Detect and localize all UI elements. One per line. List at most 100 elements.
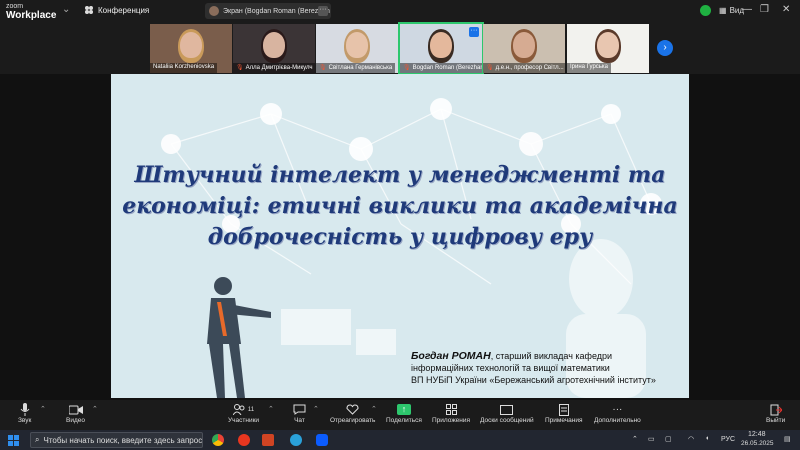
react-chevron-icon[interactable]: ⌃ [371,405,377,413]
windows-start-icon[interactable] [8,435,19,446]
tray-chevron-up-icon[interactable]: ⌃ [632,435,638,443]
clock-time[interactable]: 12:48 [748,431,766,438]
leave-label: Выйти [766,417,786,424]
participant-name: Nataliia Korzheniovska [150,63,218,73]
chevron-down-icon[interactable]: ⌄ [62,4,70,15]
participant-name-text: Алла Дмитрієва-Микулч [245,65,313,71]
audio-options-chevron-icon[interactable]: ⌃ [40,405,46,413]
powerpoint-icon[interactable] [262,434,274,446]
participant-name: 🎙 д.е.н., професор Світл... [483,63,565,73]
chat-chevron-icon[interactable]: ⌃ [313,405,319,413]
opera-icon[interactable] [238,434,250,446]
battery-icon[interactable]: ▢ [665,435,672,443]
share-label-toolbar: Поделиться [386,417,422,424]
volume-icon[interactable]: ◖ [705,435,709,442]
author-institution: ВП НУБіП України «Бережанський агротехні… [411,375,656,385]
participant-face [430,32,452,58]
microphone-icon [20,403,30,416]
share-screen-button[interactable]: ↑ Поделиться [386,402,422,424]
zoom-taskbar-icon[interactable] [316,434,328,446]
screen-share-indicator[interactable]: Экран (Bogdan Roman (Berezhan ··· [205,3,331,19]
react-button[interactable]: Отреагировать [330,402,375,424]
participant-tile[interactable]: 🎙 Bogdan Roman (Berezhan... ··· [398,22,484,75]
author-name: Богдан РОМАН [411,350,491,362]
slide-title: Штучний інтелект у менеджменті та економ… [111,160,689,253]
video-button[interactable]: Видео [66,402,85,424]
whiteboards-button[interactable]: Доски сообщений [480,402,534,424]
audio-label: Звук [18,417,32,424]
participant-name-text: Світлана Германівська [328,65,393,71]
language-indicator[interactable]: РУС [721,436,735,443]
participant-name-text: д.е.н., професор Світл... [495,65,564,71]
notes-button[interactable]: Примечания [545,402,583,424]
zoom-window: zoom Workplace ⌄ Конференция Экран (Bogd… [0,0,800,450]
encryption-shield-icon[interactable] [700,5,711,16]
minimize-icon[interactable]: — [742,4,752,15]
participant-tile[interactable]: 🎙 Світлана Германівська [316,24,398,73]
avatar [209,6,219,16]
slide-title-line: Штучний інтелект у менеджменті та [134,162,666,188]
network-icon[interactable]: ▭ [648,435,655,443]
participant-face [346,32,368,58]
apps-grid-icon [445,404,457,415]
telegram-icon[interactable] [290,434,302,446]
notes-icon [558,403,569,416]
participant-face [513,32,535,58]
participant-tile[interactable]: Ірина Гурська [567,24,649,73]
share-more-button[interactable]: ··· [318,6,328,16]
participants-icon [232,404,245,415]
muted-mic-icon: 🎙 [403,65,411,71]
slide-title-line: економіці: етичні виклики та академічна [122,193,678,219]
wifi-icon[interactable]: ◠ [688,435,694,443]
participants-button[interactable]: 11 Участники [228,402,259,424]
video-label: Видео [66,417,85,424]
participant-name: 🎙 Світлана Германівська [316,63,396,73]
apps-label: Приложения [432,417,471,424]
muted-mic-icon: 🎙 [236,65,244,71]
participant-tile[interactable]: Nataliia Korzheniovska [150,24,232,73]
participant-tile[interactable]: 🎙 д.е.н., професор Світл... [483,24,565,73]
react-label: Отреагировать [330,417,376,424]
participants-chevron-icon[interactable]: ⌃ [268,405,274,413]
participants-label: Участники [228,417,260,424]
next-page-arrow-icon[interactable]: › [657,40,673,56]
muted-mic-icon: 🎙 [486,65,494,71]
restore-icon[interactable]: ❐ [760,4,769,15]
share-arrow-icon: ↑ [396,404,411,415]
whiteboards-label: Доски сообщений [480,417,534,424]
participant-face [263,32,285,58]
slide-title-line: доброчесність у цифрову еру [207,224,593,250]
windows-taskbar: ⌕ Чтобы начать поиск, введите здесь запр… [0,430,800,450]
meeting-label: Конференция [98,5,150,15]
chat-bubble-icon [293,404,306,415]
chrome-icon[interactable] [212,434,224,446]
view-grid-icon: ▦ [719,6,727,15]
leave-door-icon [770,404,782,415]
muted-mic-icon: 🎙 [319,65,327,71]
author-department: інформаційних технологій та вищої матема… [411,363,610,373]
slide-author-block: Богдан РОМАН, старший викладач кафедри і… [411,350,683,386]
meeting-toolbar: Звук ⌃ Видео ⌃ 11 Участники ⌃ Чат ⌃ Отре… [0,400,800,430]
clock-date[interactable]: 26.05.2025 [741,440,774,447]
meeting-icon [85,6,93,14]
apps-button[interactable]: Приложения [432,402,470,424]
participant-tile[interactable]: 🎙 Алла Дмитрієва-Микулч [233,24,315,73]
businessman-illustration [207,277,271,398]
participant-name: 🎙 Bogdan Roman (Berezhan... [400,63,482,73]
video-options-chevron-icon[interactable]: ⌃ [92,405,98,413]
chat-button[interactable]: Чат [293,402,306,424]
search-icon: ⌕ [35,435,40,444]
audio-button[interactable]: Звук [18,402,31,424]
tile-options-icon[interactable]: ··· [469,27,479,37]
leave-button[interactable]: Выйти [766,402,785,424]
more-button[interactable]: ··· Дополнительно [594,402,641,424]
meeting-info-button[interactable]: Конференция [84,5,149,15]
participant-name: Ірина Гурська [567,63,612,73]
video-camera-icon [68,405,83,414]
share-label: Экран (Bogdan Roman (Berezhan [223,7,330,15]
participant-face [180,32,202,58]
close-icon[interactable]: ✕ [782,4,790,15]
view-menu-button[interactable]: ▦ Вид [719,6,744,15]
notifications-icon[interactable]: ▤ [784,435,791,443]
taskbar-search[interactable]: ⌕ Чтобы начать поиск, введите здесь запр… [30,432,203,448]
